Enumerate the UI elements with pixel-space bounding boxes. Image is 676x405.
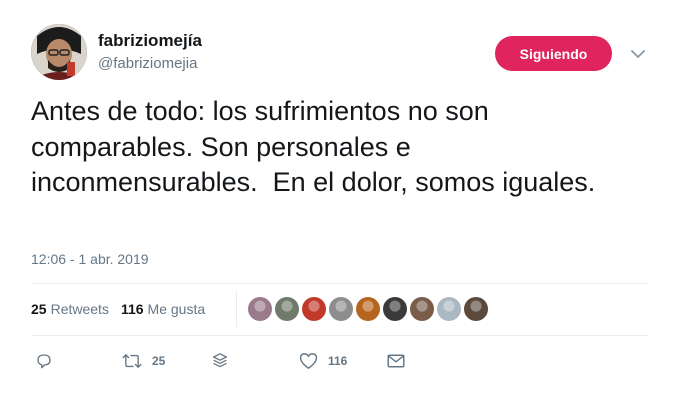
retweet-action[interactable]: 25: [122, 350, 165, 372]
retweet-count: 25: [152, 354, 166, 368]
profile-photo: [31, 24, 87, 80]
author-handle[interactable]: @fabriziomejia: [98, 55, 197, 73]
likes-count: 116: [120, 301, 144, 317]
likes-stat[interactable]: 116 Me gusta: [121, 300, 205, 318]
thread-action[interactable]: [212, 350, 228, 372]
retweets-stat[interactable]: 25 Retweets: [31, 300, 109, 318]
reply-icon: [35, 352, 53, 370]
retweets-label: Retweets: [50, 301, 109, 317]
likers-avatars: [248, 297, 491, 321]
retweet-icon: [122, 352, 142, 370]
thread-icon: [212, 352, 228, 370]
reply-action[interactable]: [35, 350, 53, 372]
retweets-count: 25: [31, 301, 47, 317]
chevron-down-icon[interactable]: [628, 44, 648, 64]
liker-avatar[interactable]: [383, 297, 407, 321]
tweet-actions: 25 116: [31, 350, 648, 372]
like-count: 116: [328, 354, 348, 368]
like-action[interactable]: 116: [299, 350, 347, 372]
liker-avatar[interactable]: [275, 297, 299, 321]
liker-avatar[interactable]: [410, 297, 434, 321]
tweet-text: Antes de todo: los sufrimientos no son c…: [31, 96, 596, 197]
liker-avatar[interactable]: [437, 297, 461, 321]
tweet-stats: 25 Retweets 116 Me gusta: [31, 300, 205, 318]
divider: [31, 335, 648, 336]
avatar[interactable]: [31, 24, 87, 80]
liker-avatar[interactable]: [302, 297, 326, 321]
stats-separator: [236, 291, 237, 327]
liker-avatar[interactable]: [356, 297, 380, 321]
envelope-icon: [387, 353, 405, 369]
heart-icon: [299, 352, 318, 370]
liker-avatar[interactable]: [329, 297, 353, 321]
author-display-name[interactable]: fabriziomejía: [98, 31, 202, 51]
likes-label: Me gusta: [147, 301, 206, 317]
tweet-timestamp[interactable]: 12:06 - 1 abr. 2019: [31, 250, 149, 268]
direct-message-action[interactable]: [387, 350, 405, 372]
liker-avatar[interactable]: [248, 297, 272, 321]
liker-avatar[interactable]: [464, 297, 488, 321]
following-button[interactable]: Siguiendo: [495, 36, 612, 71]
divider: [31, 283, 648, 284]
